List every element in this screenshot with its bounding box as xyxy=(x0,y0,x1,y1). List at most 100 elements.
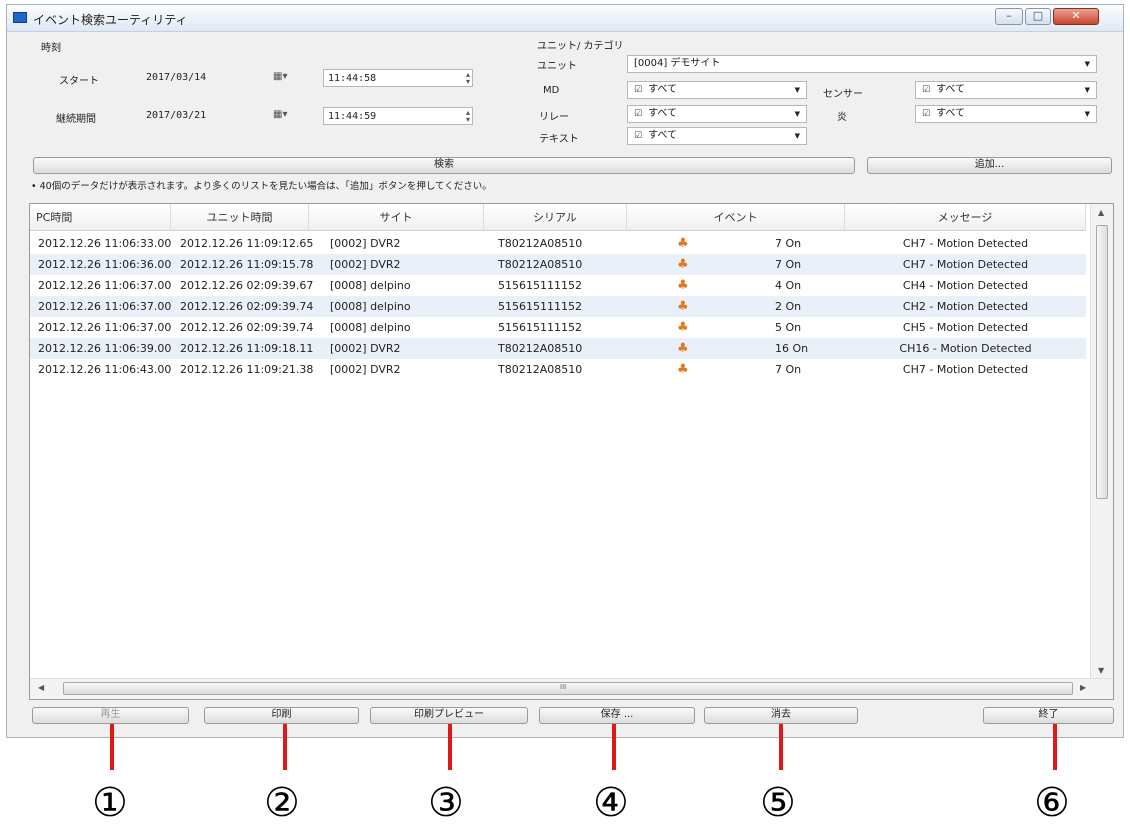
fire-select[interactable]: ☑ すべて ▼ xyxy=(915,105,1097,123)
vertical-scroll-thumb[interactable] xyxy=(1096,225,1108,499)
end-time-field[interactable]: 11:44:59 ▴ ▾ xyxy=(323,107,473,125)
site-cell: [0008] delpino xyxy=(330,300,411,313)
pc-time-cell: 2012.12.26 11:06:36.00 xyxy=(38,258,172,271)
unit-time-cell: 2012.12.26 02:09:39.67 xyxy=(180,279,314,292)
unit-time-cell: 2012.12.26 02:09:39.74 xyxy=(180,321,314,334)
start-calendar-icon[interactable]: ▦▾ xyxy=(273,71,287,82)
sensor-select[interactable]: ☑ すべて ▼ xyxy=(915,81,1097,99)
column-header-site[interactable]: サイト xyxy=(309,204,484,231)
column-header-event[interactable]: イベント xyxy=(627,204,845,231)
scroll-grip: III xyxy=(560,683,567,691)
horizontal-scrollbar[interactable]: ◀ III ▶ xyxy=(30,678,1113,699)
time-section-label: 時刻 xyxy=(41,43,61,54)
relay-select[interactable]: ☑ すべて ▼ xyxy=(627,105,807,123)
callout-number-3: ③ xyxy=(428,780,464,826)
callout-line-6 xyxy=(1053,724,1057,770)
start-date-field[interactable]: 2017/03/14 xyxy=(142,69,268,87)
sensor-label: センサー xyxy=(823,89,863,100)
text-label: テキスト xyxy=(539,134,579,145)
close-button[interactable]: ✕ xyxy=(1053,8,1099,25)
end-spin-icon[interactable]: ▴ ▾ xyxy=(466,109,470,124)
serial-cell: T80212A08510 xyxy=(498,342,583,355)
event-cell: ♣ 4 On xyxy=(635,275,845,296)
info-text: • 40個のデータだけが表示されます。より多くのリストを見たい場合は、「追加」ボ… xyxy=(31,181,492,192)
minimize-button[interactable]: – xyxy=(995,8,1023,25)
motion-person-icon: ♣ xyxy=(677,236,689,251)
chevron-down-icon: ▼ xyxy=(1084,60,1090,68)
motion-person-icon: ♣ xyxy=(677,257,689,272)
window-title: イベント検索ユーティリティ xyxy=(33,13,188,27)
print-preview-button[interactable]: 印刷プレビュー xyxy=(370,707,528,724)
scroll-right-icon[interactable]: ▶ xyxy=(1080,683,1086,692)
event-cell: ♣ 2 On xyxy=(635,296,845,317)
column-header-pc-time[interactable]: PC時間 xyxy=(30,204,171,231)
message-cell: CH7 - Motion Detected xyxy=(902,237,1029,250)
event-cell: ♣ 16 On xyxy=(635,338,845,359)
clear-button[interactable]: 消去 xyxy=(704,707,858,724)
callout-line-2 xyxy=(283,724,287,770)
event-cell: ♣ 7 On xyxy=(635,254,845,275)
callout-number-6: ⑥ xyxy=(1034,780,1070,826)
serial-cell: T80212A08510 xyxy=(498,258,583,271)
site-cell: [0002] DVR2 xyxy=(330,258,401,271)
end-calendar-icon[interactable]: ▦▾ xyxy=(273,109,287,120)
start-label: スタート xyxy=(59,76,99,87)
results-table[interactable]: PC時間 ユニット時間 サイト シリアル イベント メッセージ 2012.12.… xyxy=(29,203,1114,700)
exit-button[interactable]: 終了 xyxy=(983,707,1114,724)
serial-cell: T80212A08510 xyxy=(498,363,583,376)
unit-label: ユニット xyxy=(537,61,577,72)
column-header-message[interactable]: メッセージ xyxy=(845,204,1086,231)
chevron-down-icon: ▼ xyxy=(794,110,800,118)
unit-select[interactable]: [0004] デモサイト ▼ xyxy=(627,55,1097,73)
pc-time-cell: 2012.12.26 11:06:39.00 xyxy=(38,342,172,355)
end-date-field[interactable]: 2017/03/21 xyxy=(142,107,268,125)
search-button[interactable]: 検索 xyxy=(33,157,855,174)
scroll-left-icon[interactable]: ◀ xyxy=(38,683,44,692)
callout-number-2: ② xyxy=(264,780,300,826)
table-row[interactable]: 2012.12.26 11:06:33.00 2012.12.26 11:09:1… xyxy=(30,233,1086,254)
event-value: 7 On xyxy=(775,363,802,376)
scroll-down-icon[interactable]: ▼ xyxy=(1098,666,1104,675)
horizontal-scroll-thumb[interactable]: III xyxy=(63,682,1073,695)
text-select[interactable]: ☑ すべて ▼ xyxy=(627,127,807,145)
maximize-button[interactable]: □ xyxy=(1025,8,1051,25)
table-row[interactable]: 2012.12.26 11:06:37.00 2012.12.26 02:09:3… xyxy=(30,296,1086,317)
save-button[interactable]: 保存 ... xyxy=(539,707,695,724)
vertical-scrollbar[interactable]: ▲ ▼ xyxy=(1090,204,1113,699)
fire-label: 炎 xyxy=(837,112,847,123)
table-row[interactable]: 2012.12.26 11:06:37.00 2012.12.26 02:09:3… xyxy=(30,275,1086,296)
callout-line-1 xyxy=(110,724,114,770)
serial-cell: 515615111152 xyxy=(498,279,582,292)
md-select[interactable]: ☑ すべて ▼ xyxy=(627,81,807,99)
motion-person-icon: ♣ xyxy=(677,299,689,314)
message-cell: CH16 - Motion Detected xyxy=(899,342,1032,355)
unit-time-cell: 2012.12.26 02:09:39.74 xyxy=(180,300,314,313)
play-button[interactable]: 再生 xyxy=(32,707,189,724)
message-cell: CH7 - Motion Detected xyxy=(902,363,1029,376)
event-value: 5 On xyxy=(775,321,802,334)
unit-section-label: ユニット/ カテゴリ xyxy=(537,41,624,52)
checkbox-icon: ☑ xyxy=(922,109,931,119)
table-row[interactable]: 2012.12.26 11:06:39.00 2012.12.26 11:09:1… xyxy=(30,338,1086,359)
print-button[interactable]: 印刷 xyxy=(204,707,359,724)
add-button[interactable]: 追加... xyxy=(867,157,1112,174)
chevron-down-icon: ▼ xyxy=(1084,86,1090,94)
checkbox-icon: ☑ xyxy=(922,85,931,95)
column-header-serial[interactable]: シリアル xyxy=(484,204,627,231)
md-label: MD xyxy=(543,85,560,96)
table-row[interactable]: 2012.12.26 11:06:36.00 2012.12.26 11:09:1… xyxy=(30,254,1086,275)
message-cell: CH5 - Motion Detected xyxy=(902,321,1029,334)
table-row[interactable]: 2012.12.26 11:06:37.00 2012.12.26 02:09:3… xyxy=(30,317,1086,338)
relay-label: リレー xyxy=(539,112,569,123)
unit-time-cell: 2012.12.26 11:09:15.78 xyxy=(180,258,314,271)
scroll-up-icon[interactable]: ▲ xyxy=(1098,208,1104,217)
serial-cell: 515615111152 xyxy=(498,321,582,334)
start-spin-icon[interactable]: ▴ ▾ xyxy=(466,71,470,86)
site-cell: [0008] delpino xyxy=(330,321,411,334)
serial-cell: 515615111152 xyxy=(498,300,582,313)
event-value: 7 On xyxy=(775,258,802,271)
start-time-field[interactable]: 11:44:58 ▴ ▾ xyxy=(323,69,473,87)
table-row[interactable]: 2012.12.26 11:06:43.00 2012.12.26 11:09:2… xyxy=(30,359,1086,380)
callout-line-4 xyxy=(612,724,616,770)
column-header-unit-time[interactable]: ユニット時間 xyxy=(171,204,309,231)
